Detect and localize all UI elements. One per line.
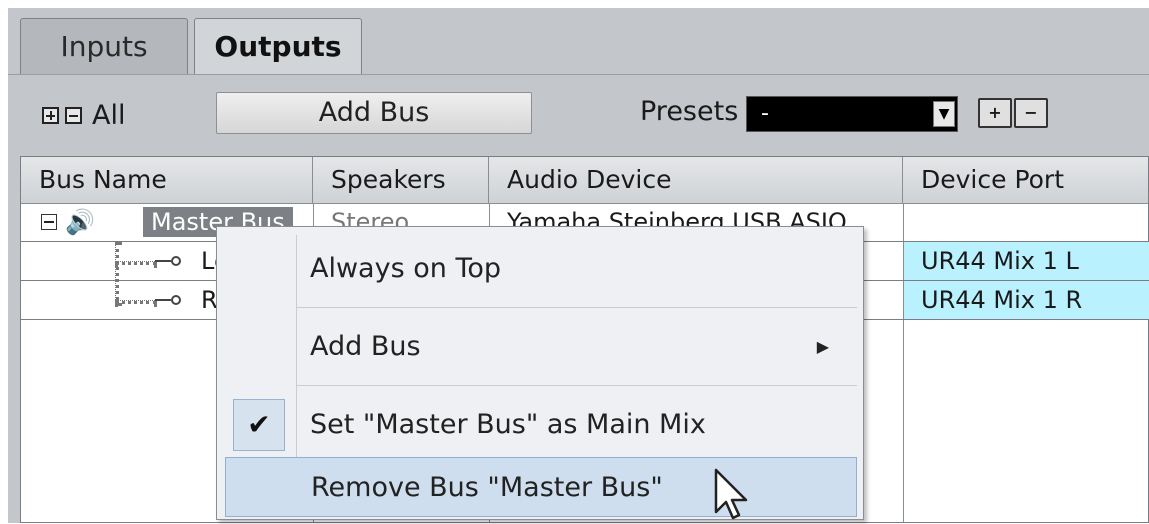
collapse-bus-icon[interactable] (41, 214, 57, 230)
channel-node-icon (171, 295, 181, 305)
tab-divider (8, 74, 1149, 75)
header-device-port[interactable]: Device Port (903, 157, 1149, 203)
tab-inputs[interactable]: Inputs (20, 18, 188, 74)
header-speakers[interactable]: Speakers (313, 157, 489, 203)
presets-select[interactable]: - ▼ (746, 96, 958, 132)
menu-separator (297, 307, 857, 308)
tree-connector (115, 261, 157, 265)
tree-connector (155, 299, 171, 301)
context-menu: Always on Top Add Bus ▶ ✔ Set "Master Bu… (216, 226, 864, 520)
menu-item-label: Remove Bus "Master Bus" (311, 472, 663, 503)
add-bus-button[interactable]: Add Bus (216, 92, 532, 134)
tree-connector (155, 260, 171, 262)
menu-separator (297, 385, 857, 386)
table-header: Bus Name Speakers Audio Device Device Po… (21, 157, 1148, 204)
speaker-icon: 🔊 (65, 208, 95, 236)
tree-connector (115, 300, 157, 304)
chevron-down-icon[interactable]: ▼ (933, 101, 955, 127)
header-audio-device[interactable]: Audio Device (489, 157, 903, 203)
menu-item-label: Always on Top (310, 253, 502, 284)
menu-item-remove-bus[interactable]: Remove Bus "Master Bus" (225, 457, 857, 517)
menu-item-add-bus[interactable]: Add Bus ▶ (225, 317, 857, 377)
all-label: All (92, 100, 126, 131)
tree-connector (115, 242, 119, 306)
menu-item-set-main-mix[interactable]: ✔ Set "Master Bus" as Main Mix (225, 395, 857, 455)
menu-item-label: Set "Master Bus" as Main Mix (310, 409, 706, 440)
presets-value: - (761, 101, 769, 126)
menu-item-label: Add Bus (310, 331, 421, 362)
collapse-all-icon[interactable] (65, 107, 82, 124)
mouse-cursor-icon (714, 468, 748, 520)
tab-outputs[interactable]: Outputs (194, 18, 362, 74)
device-port-cell[interactable]: UR44 Mix 1 L (921, 242, 1079, 280)
device-port-cell[interactable]: UR44 Mix 1 R (921, 281, 1082, 319)
submenu-arrow-icon: ▶ (816, 337, 829, 356)
store-preset-icon[interactable]: + (978, 98, 1012, 128)
expand-collapse-all: All (42, 100, 125, 131)
expand-all-icon[interactable] (42, 107, 59, 124)
menu-item-always-on-top[interactable]: Always on Top (225, 239, 857, 299)
channel-node-icon (171, 256, 181, 266)
header-bus-name[interactable]: Bus Name (21, 157, 313, 203)
presets-label: Presets (640, 96, 739, 127)
checkmark-icon: ✔ (233, 399, 285, 451)
remove-preset-icon[interactable]: − (1014, 98, 1048, 128)
